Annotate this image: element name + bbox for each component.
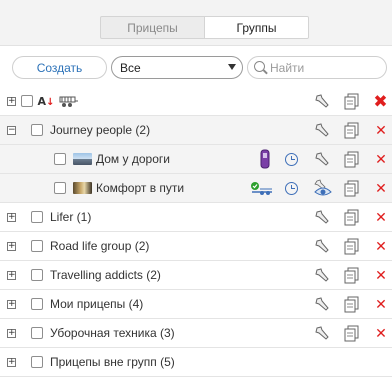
unit-checkbox[interactable] <box>54 153 66 165</box>
trailer-filter-icon[interactable] <box>59 94 79 108</box>
group-label: Прицепы вне групп (5) <box>50 355 175 369</box>
group-checkbox[interactable] <box>31 240 43 252</box>
expand-toggle[interactable]: + <box>7 329 16 338</box>
wrench-icon[interactable] <box>314 267 331 284</box>
chevron-down-icon <box>228 64 236 70</box>
search-box[interactable] <box>247 56 387 79</box>
sort-az-icon[interactable]: A↓ <box>38 94 55 108</box>
wrench-icon[interactable] <box>314 151 331 168</box>
delete-icon[interactable]: ✕ <box>374 268 388 283</box>
group-row[interactable]: + Lifer (1) ✕ <box>0 203 392 232</box>
delete-icon[interactable]: ✕ <box>374 152 388 167</box>
delete-icon[interactable]: ✕ <box>374 326 388 341</box>
copy-icon[interactable] <box>344 267 359 284</box>
toolbar: Создать Все <box>0 46 392 86</box>
copy-icon[interactable] <box>344 122 359 139</box>
tab-groups[interactable]: Группы <box>204 17 308 38</box>
wrench-icon[interactable] <box>314 122 331 139</box>
group-row[interactable]: + Road life group (2) ✕ <box>0 232 392 261</box>
expand-all-toggle[interactable]: + <box>7 97 16 106</box>
filter-select-value: Все <box>120 60 141 75</box>
copy-icon[interactable] <box>344 180 359 197</box>
group-label: Road life group (2) <box>50 239 150 253</box>
list-item[interactable]: Дом у дороги ✕ <box>0 145 392 174</box>
delete-icon[interactable]: ✕ <box>374 210 388 225</box>
copy-icon[interactable] <box>344 296 359 313</box>
expand-toggle[interactable]: + <box>7 300 16 309</box>
group-row[interactable]: − Journey people (2) ✕ <box>0 116 392 145</box>
unit-label: Дом у дороги <box>96 152 170 166</box>
wrench-icon[interactable] <box>314 238 331 255</box>
expand-toggle[interactable]: + <box>7 271 16 280</box>
group-checkbox[interactable] <box>31 124 43 136</box>
clock-icon[interactable] <box>284 181 299 196</box>
group-row[interactable]: + Travelling addicts (2) ✕ <box>0 261 392 290</box>
list-item[interactable]: Комфорт в пути ✕ <box>0 174 392 203</box>
group-checkbox[interactable] <box>31 298 43 310</box>
group-label: Уборочная техника (3) <box>50 326 175 340</box>
group-row[interactable]: + Уборочная техника (3) ✕ <box>0 319 392 348</box>
delete-icon[interactable]: ✖ <box>373 93 388 110</box>
eye-icon[interactable] <box>313 179 333 198</box>
copy-icon[interactable] <box>344 325 359 342</box>
select-all-checkbox[interactable] <box>21 95 33 107</box>
copy-icon[interactable] <box>344 93 359 110</box>
delete-icon[interactable]: ✕ <box>374 123 388 138</box>
expand-toggle[interactable]: + <box>7 213 16 222</box>
wrench-icon[interactable] <box>314 93 331 110</box>
tab-group: Прицепы Группы <box>100 16 309 39</box>
collapse-toggle[interactable]: − <box>7 126 16 135</box>
tabs-bar: Прицепы Группы <box>0 0 392 46</box>
group-checkbox[interactable] <box>31 269 43 281</box>
trailer-photo-icon <box>73 182 92 194</box>
group-checkbox[interactable] <box>31 211 43 223</box>
search-icon <box>254 61 265 72</box>
delete-icon[interactable]: ✕ <box>374 181 388 196</box>
unit-checkbox[interactable] <box>54 182 66 194</box>
list-header-row: + A↓ ✖ <box>0 86 392 116</box>
expand-toggle[interactable]: + <box>7 242 16 251</box>
delete-icon[interactable]: ✕ <box>374 297 388 312</box>
wrench-icon[interactable] <box>314 209 331 226</box>
search-input[interactable] <box>270 60 380 75</box>
group-checkbox[interactable] <box>31 356 43 368</box>
group-checkbox[interactable] <box>31 327 43 339</box>
purple-card-icon[interactable] <box>260 149 270 169</box>
unit-label: Комфорт в пути <box>96 181 185 195</box>
wrench-icon[interactable] <box>314 296 331 313</box>
group-label: Travelling addicts (2) <box>50 268 161 282</box>
clock-icon[interactable] <box>284 152 299 167</box>
group-row[interactable]: + Мои прицепы (4) ✕ <box>0 290 392 319</box>
delete-icon[interactable]: ✕ <box>374 239 388 254</box>
expand-toggle[interactable]: + <box>7 358 16 367</box>
group-label: Мои прицепы (4) <box>50 297 144 311</box>
trailer-photo-icon <box>73 153 92 165</box>
group-label: Lifer (1) <box>50 210 92 224</box>
create-button[interactable]: Создать <box>12 56 107 79</box>
tab-trailers[interactable]: Прицепы <box>101 17 204 38</box>
copy-icon[interactable] <box>344 151 359 168</box>
group-label: Journey people (2) <box>50 123 151 137</box>
group-row[interactable]: + Прицепы вне групп (5) <box>0 348 392 377</box>
connected-trailer-icon[interactable] <box>250 181 274 196</box>
filter-select[interactable]: Все <box>111 56 243 79</box>
copy-icon[interactable] <box>344 209 359 226</box>
wrench-icon[interactable] <box>314 325 331 342</box>
copy-icon[interactable] <box>344 238 359 255</box>
